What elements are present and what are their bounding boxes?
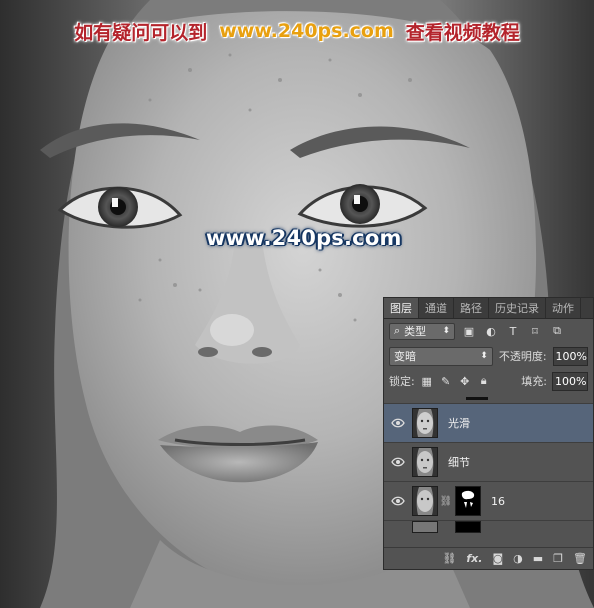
tab-paths[interactable]: 路径 [454, 298, 489, 318]
mask-link-icon[interactable]: ⛓ [440, 496, 453, 507]
type-filter-icon[interactable]: T [505, 323, 521, 339]
banner-left-text: 如有疑问可以到 [74, 21, 208, 44]
mask-icon[interactable]: ◙ [492, 552, 503, 565]
layer-name: 16 [491, 494, 505, 508]
pixel-filter-icon[interactable]: ▣ [461, 323, 477, 339]
filter-kind-label: 类型 [404, 325, 427, 338]
tab-channels[interactable]: 通道 [419, 298, 454, 318]
blend-row: 变暗 ⬍ 不透明度: 100% [384, 343, 593, 369]
layer-row[interactable] [384, 520, 593, 533]
link-icon[interactable]: ⛓ [442, 552, 456, 565]
filter-kind-select[interactable]: ⌕ 类型 ⬍ [389, 322, 455, 340]
lock-position-icon[interactable]: ✥ [458, 374, 472, 388]
layer-row[interactable]: 光滑 [384, 403, 593, 442]
opacity-input[interactable]: 100% [552, 346, 588, 366]
screenshot-stage: 如有疑问可以到 www.240ps.com 查看视频教程 www.240ps.c… [0, 0, 594, 608]
shape-filter-icon[interactable]: ⌑ [527, 323, 543, 339]
tab-actions[interactable]: 动作 [546, 298, 581, 318]
folder-icon[interactable]: ▬ [533, 552, 543, 565]
layer-mask-thumbnail[interactable] [455, 521, 481, 533]
lock-image-pixels-icon[interactable]: ✎ [439, 374, 453, 388]
layer-thumbnail [412, 521, 438, 533]
updown-chevron-icon: ⬍ [480, 351, 488, 361]
lock-transparent-pixels-icon[interactable]: ▦ [420, 374, 434, 388]
filter-row: ⌕ 类型 ⬍ ▣ ◐ T ⌑ ⧉ [384, 319, 593, 343]
layer-thumbnail [412, 408, 438, 438]
trash-icon[interactable]: 🗑︎ [573, 552, 587, 565]
lock-all-icon[interactable]: 🔒︎ [477, 374, 491, 388]
layer-thumbnail [412, 447, 438, 477]
eye-icon[interactable] [384, 418, 412, 428]
tab-history[interactable]: 历史记录 [489, 298, 546, 318]
fill-label: 填充: [521, 375, 547, 388]
layer-thumbnail [412, 486, 438, 516]
panel-footer: ⛓ fx. ◙ ◑ ▬ ❐ 🗑︎ [384, 547, 593, 569]
lock-row: 锁定: ▦ ✎ ✥ 🔒︎ 填充: 100% [384, 369, 593, 393]
top-banner: 如有疑问可以到 www.240ps.com 查看视频教程 [0, 14, 594, 48]
eye-icon[interactable] [384, 457, 412, 467]
fx-icon[interactable]: fx. [466, 552, 482, 565]
blend-mode-value: 变暗 [394, 350, 416, 363]
layer-list-top-edge [384, 393, 593, 403]
layer-row[interactable]: 细节 [384, 442, 593, 481]
center-watermark: www.240ps.com [206, 226, 402, 250]
layer-row[interactable]: ⛓ 16 [384, 481, 593, 520]
new-layer-icon[interactable]: ❐ [553, 552, 563, 565]
updown-chevron-icon: ⬍ [442, 326, 450, 336]
adjustment-filter-icon[interactable]: ◐ [483, 323, 499, 339]
search-icon: ⌕ [394, 324, 401, 337]
banner-right-text: 查看视频教程 [405, 21, 520, 44]
tab-layers[interactable]: 图层 [384, 298, 419, 318]
layer-mask-thumbnail[interactable] [455, 486, 481, 516]
eye-icon[interactable] [384, 496, 412, 506]
fill-input[interactable]: 100% [552, 371, 588, 391]
lock-label: 锁定: [389, 375, 415, 388]
layer-name: 光滑 [448, 417, 470, 430]
blend-mode-select[interactable]: 变暗 ⬍ [389, 346, 493, 366]
banner-url: www.240ps.com [219, 20, 394, 42]
panel-tabs: 图层 通道 路径 历史记录 动作 [384, 298, 593, 319]
smartobject-filter-icon[interactable]: ⧉ [549, 323, 565, 339]
layers-panel: 图层 通道 路径 历史记录 动作 ⌕ 类型 ⬍ ▣ ◐ T ⌑ ⧉ 变暗 ⬍ 不… [383, 297, 594, 570]
adjustment-icon[interactable]: ◑ [513, 552, 523, 565]
opacity-label: 不透明度: [498, 350, 547, 363]
layer-name: 细节 [448, 456, 470, 469]
